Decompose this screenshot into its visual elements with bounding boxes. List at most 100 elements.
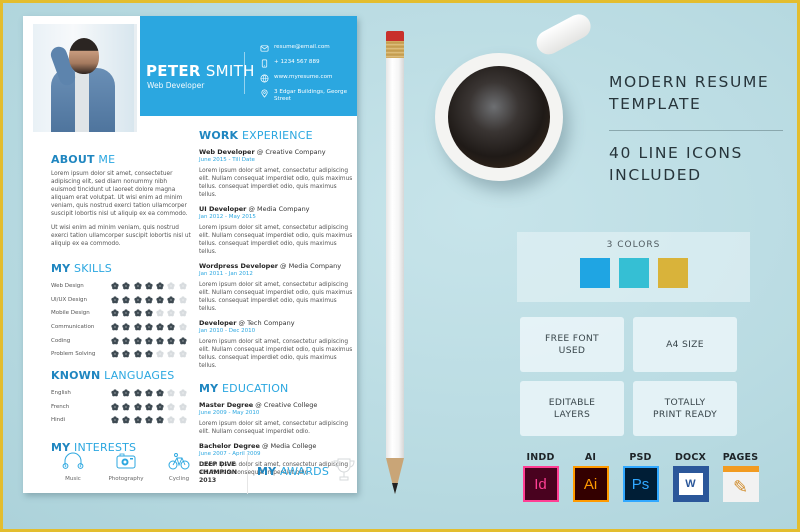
education-entry-organization: @ Creative College (255, 401, 318, 409)
format-label: PSD (629, 452, 652, 463)
job-entry-title: UI Developer @ Media Company (199, 205, 354, 213)
format-docx: DOCX W (672, 452, 709, 502)
resume-header: PETER SMITH Web Developer resume@email.c… (140, 16, 357, 116)
education-entry-organization: @ Media College (261, 442, 317, 450)
education-title-bold: MY (199, 382, 219, 395)
rating-dot-filled-icon (145, 350, 153, 358)
skills-title-bold: MY (51, 262, 71, 275)
pencil-eraser (386, 31, 404, 41)
rating-dot-empty-icon (179, 309, 187, 317)
rating-dot-filled-icon (111, 336, 119, 345)
skills-title-light: SKILLS (74, 262, 112, 275)
rating-dot-empty-icon (179, 389, 187, 397)
education-entry-title: Master Degree @ Creative College (199, 401, 354, 409)
skill-rating (111, 282, 187, 290)
work-title-light: EXPERIENCE (241, 129, 313, 142)
rating-dot-filled-icon (133, 309, 142, 317)
job-entry-description: Lorem ipsum dolor sit amet, consectetur … (199, 339, 353, 369)
resume-right-column: WORK EXPERIENCE Web Developer @ Creative… (199, 129, 354, 477)
illustrator-icon: Ai (572, 466, 609, 502)
about-paragraph-2: Ut wisi enim ad minim veniam, quis nostr… (51, 225, 191, 247)
rating-dot-empty-icon (179, 416, 187, 424)
globe-icon (260, 74, 269, 83)
color-swatch (618, 258, 649, 288)
job-entry-description: Lorem ipsum dolor sit amet, consectetur … (199, 225, 353, 255)
rating-dot-filled-icon (156, 416, 164, 424)
rating-dot-filled-icon (145, 295, 153, 304)
awards-title-bold: MY (257, 465, 277, 478)
rating-dot-filled-icon (156, 323, 164, 331)
about-title: ABOUT ME (51, 153, 191, 166)
pages-icon: ✎ (722, 466, 759, 502)
interest-cycling-label: Cycling (168, 476, 190, 482)
skill-row: UI/UX Design (51, 293, 191, 307)
rating-dot-filled-icon (145, 282, 153, 290)
coffee-surface (448, 66, 550, 168)
photo-figure-shirt (75, 72, 89, 132)
rating-dot-filled-icon (145, 389, 153, 397)
skill-rating (111, 323, 187, 331)
rating-dot-filled-icon (133, 282, 142, 290)
rating-dot-empty-icon (167, 416, 176, 424)
camera-icon (104, 449, 148, 473)
coffee-cup-image (435, 53, 563, 181)
rating-dot-empty-icon (167, 402, 176, 411)
education-entry-position: Master Degree (199, 401, 254, 409)
skill-rating (111, 309, 187, 317)
jobs-list: Web Developer @ Creative Company June 201… (199, 148, 354, 370)
rating-dot-filled-icon (179, 336, 187, 345)
feature-free-font: FREE FONT USED (520, 317, 624, 372)
location-pin-icon (260, 89, 269, 98)
format-psd: PSD Ps (622, 452, 659, 502)
rating-dot-empty-icon (167, 282, 176, 290)
rating-dot-filled-icon (111, 402, 119, 411)
feature-print-ready: TOTALLY PRINT READY (633, 381, 737, 436)
resume-left-column: ABOUT ME Lorem ipsum dolor sit amet, con… (51, 153, 191, 454)
rating-dot-filled-icon (122, 389, 130, 397)
job-entry: UI Developer @ Media Company Jan 2012 - M… (199, 205, 354, 256)
contact-email: resume@email.com (260, 44, 355, 53)
awards-divider (247, 454, 248, 494)
trophy-icon (333, 457, 355, 483)
rating-dot-filled-icon (122, 309, 130, 317)
job-entry-position: UI Developer (199, 205, 247, 213)
word-icon: W (672, 466, 709, 502)
awards-title-light: AWARDS (280, 465, 330, 478)
language-row: Hindi (51, 414, 191, 428)
education-title: MY EDUCATION (199, 382, 354, 395)
bicycle-icon (157, 449, 201, 473)
job-entry-title: Developer @ Tech Company (199, 319, 354, 327)
languages-list: English French Hindi (51, 386, 191, 427)
format-label: AI (584, 452, 597, 463)
skill-name: Mobile Design (51, 310, 90, 317)
pencil-image (386, 31, 404, 501)
pencil-body (386, 58, 404, 458)
job-entry-position: Developer (199, 319, 237, 327)
color-swatch (579, 258, 610, 288)
skill-name: Problem Solving (51, 351, 96, 358)
language-row: English (51, 386, 191, 400)
rating-dot-filled-icon (156, 295, 164, 304)
contact-phone-text: + 1234 567 889 (274, 59, 320, 65)
languages-title-light: LANGUAGES (104, 369, 175, 383)
language-rating (111, 389, 187, 397)
language-name: French (51, 403, 70, 410)
skill-rating (111, 350, 187, 358)
job-entry-organization: @ Media Company (248, 205, 310, 213)
rating-dot-filled-icon (133, 350, 142, 358)
rating-dot-filled-icon (122, 282, 130, 290)
rating-dot-filled-icon (145, 323, 153, 331)
job-entry-title: Wordpress Developer @ Media Company (199, 262, 354, 270)
rating-dot-empty-icon (179, 295, 187, 304)
contact-website-text: www.myresume.com (274, 74, 333, 80)
job-entry-organization: @ Media Company (280, 262, 342, 270)
promo-title: MODERN RESUME TEMPLATE (609, 73, 770, 113)
feature-editable-layers: EDITABLE LAYERS (520, 381, 624, 436)
skill-name: Coding (51, 337, 71, 344)
job-entry-description: Lorem ipsum dolor sit amet, consectetur … (199, 168, 353, 198)
education-entry-dates: June 2009 - May 2010 (199, 410, 260, 416)
indesign-icon: Id (522, 466, 559, 502)
file-formats: INDD Id AI Ai PSD Ps DOCX W PAGES ✎ (522, 452, 759, 502)
email-icon (260, 44, 269, 53)
interest-photography-label: Photography (108, 476, 144, 482)
